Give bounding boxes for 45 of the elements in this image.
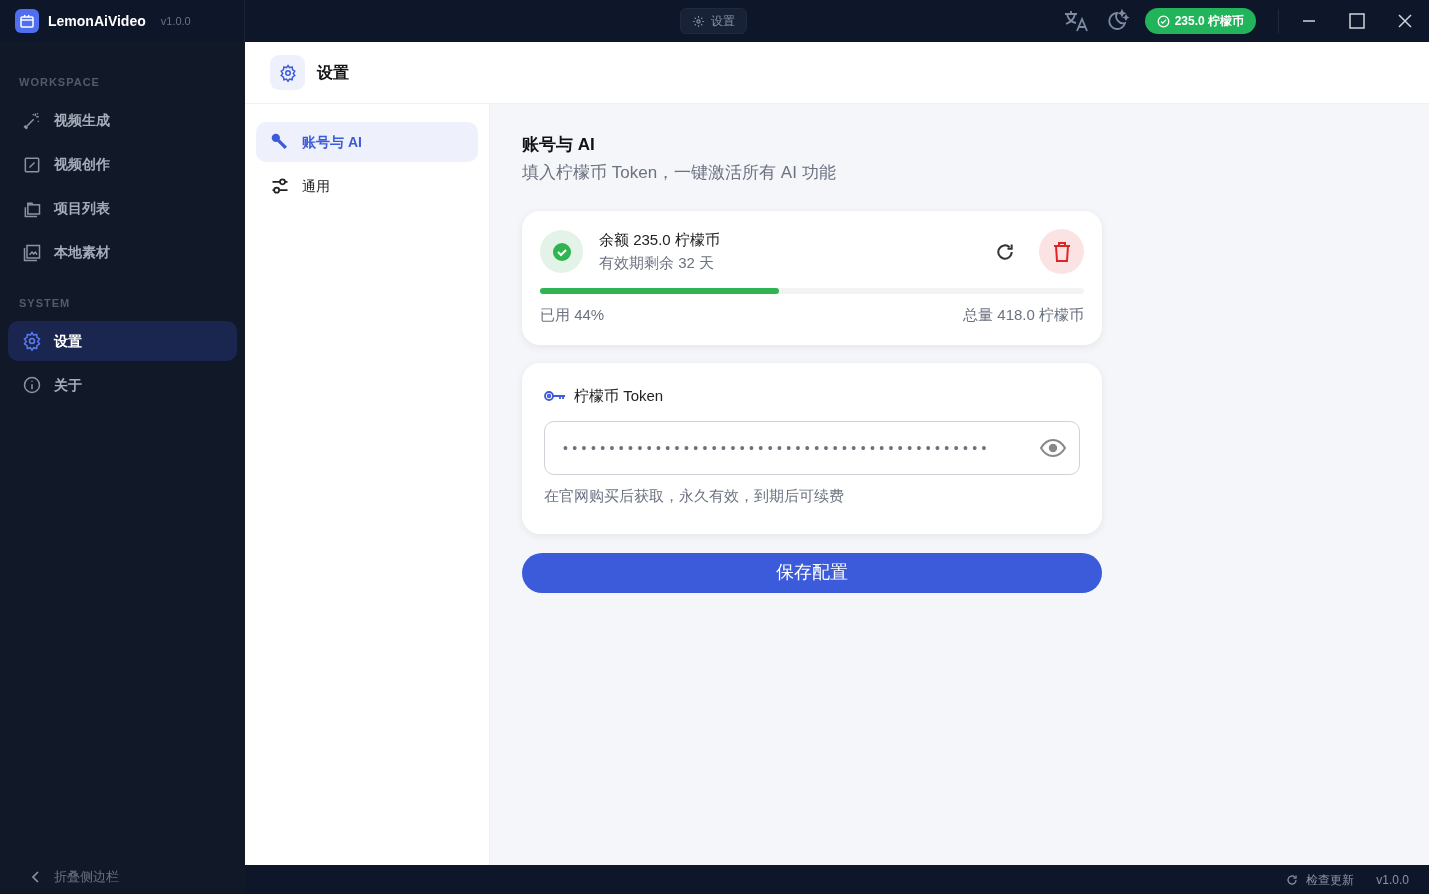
settings-tab[interactable]: 账号与 AI (256, 122, 478, 162)
images-icon (22, 242, 42, 263)
check-update-button[interactable]: 检查更新 (1286, 870, 1355, 889)
version-label: v1.0.0 (1376, 871, 1409, 889)
key-icon (544, 389, 566, 402)
section-subtitle: 填入柠檬币 Token，一键激活所有 AI 功能 (522, 161, 837, 184)
close-icon (1398, 14, 1412, 28)
sidebar-item[interactable]: 本地素材 (8, 232, 237, 273)
section-heading: SYSTEM (18, 295, 72, 311)
token-input-field[interactable]: •••••••••••••••••••••••••••••••••••••••••••••• (544, 421, 1080, 475)
app-name: LemonAiVideo (48, 11, 146, 31)
maximize-icon (1349, 13, 1365, 29)
sidebar-item[interactable]: 项目列表 (8, 188, 237, 229)
refresh-icon[interactable] (995, 241, 1015, 262)
token-label: 柠檬币 Token (574, 385, 664, 406)
delete-button[interactable] (1039, 229, 1084, 274)
sidebar-item[interactable]: 关于 (8, 365, 237, 405)
expiry-text: 有效期剩余 32 天 (599, 252, 716, 273)
trash-icon (1052, 241, 1071, 262)
collapse-sidebar-button[interactable]: 折叠侧边栏 (8, 860, 237, 894)
check-icon (540, 230, 583, 273)
chevron-left-icon (32, 871, 40, 883)
used-percent: 已用 44% (540, 305, 605, 325)
translate-icon[interactable] (1062, 9, 1089, 33)
sidebar-item[interactable]: 视频创作 (8, 144, 237, 185)
sidebar-item[interactable]: 设置 (8, 321, 237, 361)
token-hint: 在官网购买后获取，永久有效，到期后可续费 (544, 486, 845, 506)
show-password-icon[interactable] (1040, 439, 1066, 457)
settings-tab[interactable]: 通用 (256, 166, 478, 206)
version-label: v1.0.0 (160, 13, 191, 29)
section-heading: WORKSPACE (18, 75, 101, 90)
settings-icon (22, 331, 42, 351)
save-button[interactable]: 保存配置 (522, 552, 1102, 593)
magic-wand-icon (22, 110, 42, 131)
balance-text: 余额 235.0 柠檬币 (599, 230, 721, 250)
sidebar-item[interactable]: 视频生成 (8, 100, 237, 141)
page-title: 设置 (317, 62, 349, 83)
total-amount: 总量 418.0 柠檬币 (963, 305, 1084, 325)
sliders-icon (270, 176, 290, 196)
settings-icon (270, 55, 305, 90)
refresh-icon (1286, 873, 1299, 886)
page-tab[interactable]: 设置 (680, 8, 748, 34)
section-title: 账号与 AI (522, 134, 596, 156)
info-icon (22, 375, 42, 395)
app-logo-icon (15, 9, 39, 33)
